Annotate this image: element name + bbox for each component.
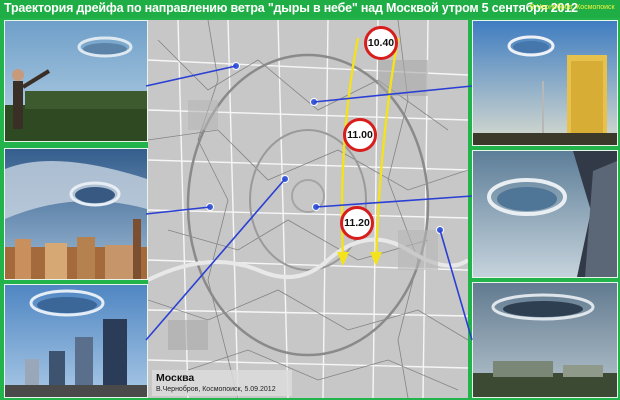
sighting-point[interactable] (232, 62, 240, 70)
sighting-point[interactable] (310, 98, 318, 106)
sighting-point[interactable] (436, 226, 444, 234)
time-marker-1100[interactable]: 11.00 (343, 118, 377, 152)
photo-city-skyline-hole (4, 148, 148, 280)
photo-cloud-hole-building-image (473, 151, 617, 277)
cloud-hole-shape (503, 301, 583, 317)
photo-cloud-hole-building (472, 150, 618, 278)
map-credit: В.Чернобров, Космопоиск, 5.09.2012 (156, 386, 276, 393)
time-marker-label: 11.20 (344, 217, 370, 229)
sighting-point[interactable] (206, 203, 214, 211)
cloud-hole-shape (513, 41, 549, 53)
time-marker-1120[interactable]: 11.20 (340, 206, 374, 240)
time-marker-1040[interactable]: 10.40 (364, 26, 398, 60)
cloud-hole-shape (37, 297, 97, 313)
photo-moscow-city-towers (4, 284, 148, 398)
cloud-hole-shape (75, 187, 115, 203)
photo-tv-tower (472, 20, 618, 146)
photo-man-pointing-image (5, 21, 147, 141)
photo-man-pointing (4, 20, 148, 142)
cloud-hole-shape (497, 187, 557, 211)
header-credit: В.Чернобров, Космопоиск (530, 4, 615, 11)
map-image (148, 20, 468, 398)
page-title: Траектория дрейфа по направлению ветра "… (4, 1, 578, 15)
photo-city-skyline-hole-image (5, 149, 147, 279)
photo-moscow-city-towers-image (5, 285, 147, 397)
photo-wide-cloud-hole (472, 282, 618, 398)
photo-tv-tower-image (473, 21, 617, 145)
map-city-label: Москва (156, 372, 195, 384)
sighting-point[interactable] (281, 175, 289, 183)
moscow-map[interactable] (148, 20, 468, 398)
photo-wide-cloud-hole-image (473, 283, 617, 397)
sighting-point[interactable] (312, 203, 320, 211)
time-marker-label: 10.40 (367, 37, 395, 49)
time-marker-label: 11.00 (347, 129, 373, 141)
